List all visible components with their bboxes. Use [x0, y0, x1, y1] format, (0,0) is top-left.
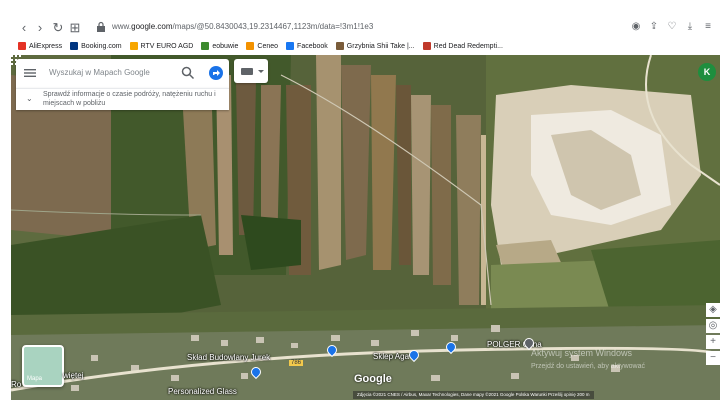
back-icon[interactable]: ‹: [16, 20, 32, 36]
map-layers-toggle[interactable]: Mapa: [22, 345, 64, 387]
browser-chrome: ‹ › ↻ ⊞ www.google.com/maps/@50.8430043,…: [0, 0, 720, 55]
share-icon[interactable]: ⇪: [648, 20, 660, 34]
directions-icon[interactable]: [208, 65, 224, 81]
bookmark-favicon-icon: [246, 42, 255, 50]
lock-icon: [97, 21, 105, 32]
chevron-down-icon[interactable]: ⌄: [26, 94, 33, 103]
bookmark-item[interactable]: eobuwie: [201, 42, 238, 50]
google-logo: Google: [354, 373, 392, 385]
bookmark-label: Facebook: [297, 42, 328, 50]
bookmark-favicon-icon: [18, 42, 26, 50]
forward-icon[interactable]: ›: [32, 20, 48, 36]
tab-grid-icon[interactable]: ⊞: [67, 20, 83, 36]
apps-grid-icon[interactable]: [11, 55, 21, 65]
traffic-info-text: Sprawdź informacje o czasie podróży, nat…: [43, 91, 216, 107]
address-bar[interactable]: www.google.com/maps/@50.8430043,19.23144…: [112, 22, 373, 31]
bookmark-label: Booking.com: [81, 42, 122, 50]
edge-label-ro: Ro: [11, 380, 22, 389]
bookmark-item[interactable]: Ceneo: [246, 42, 278, 50]
account-avatar[interactable]: K: [698, 63, 716, 81]
url-path: /maps/@50.8430043,19.2314467,1123m/data=…: [172, 22, 374, 31]
bookmark-favicon-icon: [335, 42, 344, 50]
search-icon[interactable]: [181, 66, 195, 80]
bookmark-favicon-icon: [201, 42, 210, 50]
search-input[interactable]: Wyszukaj w Mapach Google: [49, 68, 150, 77]
bookmark-label: eobuwie: [212, 42, 239, 50]
bookmark-item[interactable]: AliExpress: [18, 42, 62, 50]
input-tools-button[interactable]: [234, 59, 268, 83]
url-domain: google.com: [131, 22, 173, 31]
edge-label-wietej: więtej: [63, 371, 84, 380]
watermark-line1: Aktywuj system Windows: [531, 348, 633, 358]
road-number-badge: 786: [289, 360, 304, 366]
bookmark-label: Red Dead Redempti...: [433, 42, 503, 50]
poi-label-sklad[interactable]: Skład Budowlany Jurek: [187, 353, 270, 362]
bookmark-item[interactable]: Grzybnia Shii Take |...: [335, 42, 415, 50]
zoom-out-button[interactable]: −: [706, 351, 720, 365]
menu-icon[interactable]: ≡: [702, 20, 714, 34]
search-box[interactable]: Wyszukaj w Mapach Google: [16, 59, 229, 88]
hamburger-menu-icon[interactable]: [24, 67, 36, 79]
compass-icon[interactable]: ◈: [706, 303, 720, 317]
map-attribution[interactable]: Zdjęcia ©2021 CNES / Airbus, Maxar Techn…: [353, 391, 594, 399]
url-prefix: www.: [112, 22, 132, 31]
bookmark-label: AliExpress: [29, 42, 63, 50]
windows-activation-watermark: Aktywuj system Windows Przejdź do ustawi…: [531, 347, 645, 373]
bookmark-favicon-icon: [422, 42, 431, 50]
satellite-map[interactable]: Wyszukaj w Mapach Google ⌄ Sprawdź infor…: [11, 55, 720, 400]
poi-label-personalized[interactable]: Personalized Glass: [168, 387, 237, 396]
bookmark-label: Grzybnia Shii Take |...: [346, 42, 415, 50]
zoom-in-button[interactable]: +: [706, 335, 720, 349]
map-controls: ◈ ◎ + −: [706, 303, 720, 367]
watermark-line2: Przejdź do ustawień, aby aktywować: [531, 363, 645, 370]
layers-label: Mapa: [27, 376, 43, 382]
bookmark-item[interactable]: Red Dead Redempti...: [422, 42, 503, 50]
page-bottom: [0, 400, 720, 420]
bookmark-favicon-icon: [286, 42, 295, 50]
bookmark-favicon-icon: [70, 42, 79, 50]
bookmark-item[interactable]: Facebook: [286, 42, 328, 50]
bookmark-label: Ceneo: [257, 42, 279, 50]
heart-icon[interactable]: ♡: [666, 20, 678, 34]
keyboard-icon: [241, 68, 264, 75]
bookmarks-bar: AliExpress Booking.com RTV EURO AGD eobuwie…: [0, 38, 720, 54]
bookmark-item[interactable]: Booking.com: [70, 42, 122, 50]
camera-icon[interactable]: ◉: [630, 20, 642, 34]
download-icon[interactable]: ⤓: [684, 20, 696, 34]
bookmark-item[interactable]: RTV EURO AGD: [129, 42, 194, 50]
address-row: ‹ › ↻ ⊞ www.google.com/maps/@50.8430043,…: [0, 18, 720, 38]
bookmark-favicon-icon: [129, 42, 138, 50]
reload-icon[interactable]: ↻: [50, 20, 66, 36]
bookmark-label: RTV EURO AGD: [140, 42, 194, 50]
poi-label-sklep[interactable]: Sklep Aga: [373, 352, 409, 361]
toolbar-icons: ◉ ⇪ ♡ ⤓ ≡: [630, 20, 714, 34]
traffic-info-panel[interactable]: ⌄ Sprawdź informacje o czasie podróży, n…: [16, 88, 229, 110]
locate-icon[interactable]: ◎: [706, 319, 720, 333]
